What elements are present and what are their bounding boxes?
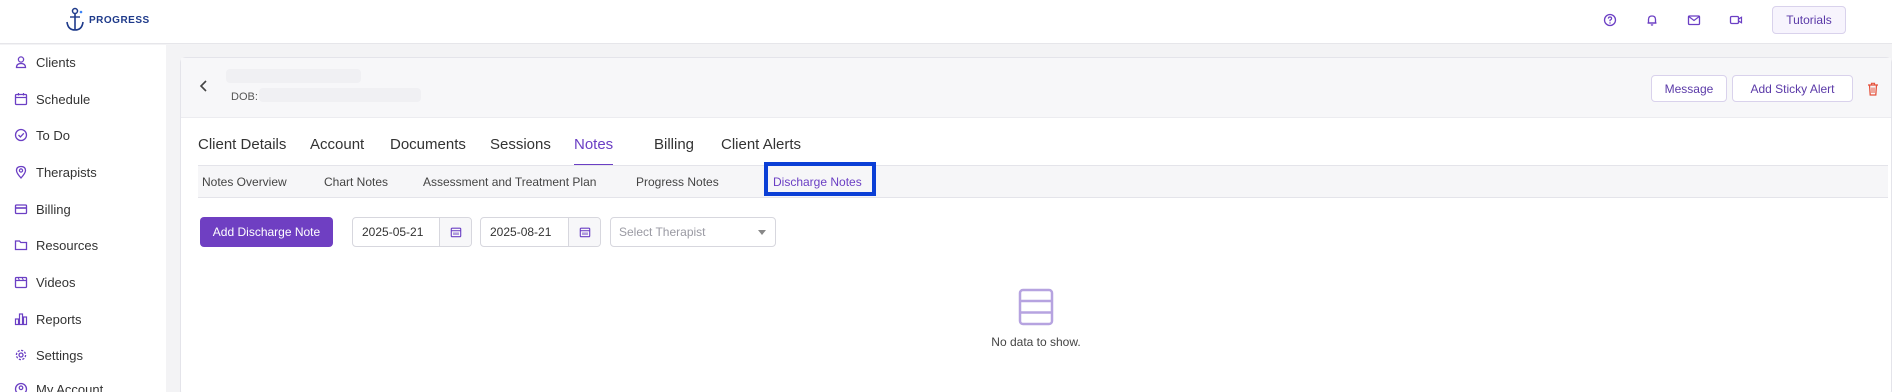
dob-value-redacted	[259, 88, 421, 102]
credit-card-icon	[14, 204, 28, 215]
start-date-calendar-button[interactable]	[439, 218, 471, 246]
location-pin-icon	[15, 165, 27, 179]
top-bar: PROGRESS Tutorials	[0, 0, 1892, 44]
sidebar-item-todo[interactable]: To Do	[14, 125, 70, 145]
tab-billing[interactable]: Billing	[654, 136, 694, 166]
sidebar-item-label: To Do	[36, 127, 70, 143]
end-date-calendar-button[interactable]	[568, 218, 600, 246]
client-name-redacted	[226, 69, 361, 83]
tab-documents[interactable]: Documents	[390, 136, 466, 166]
sidebar-item-label: My Account	[36, 381, 104, 392]
sidebar-item-my-account[interactable]: My Account	[14, 379, 103, 392]
calendar-icon	[579, 227, 590, 238]
account-icon	[14, 382, 28, 392]
message-button[interactable]: Message	[1651, 75, 1727, 102]
tutorials-button[interactable]: Tutorials	[1772, 6, 1846, 34]
sidebar-item-therapists[interactable]: Therapists	[14, 162, 97, 182]
empty-table-icon	[1018, 288, 1054, 326]
add-sticky-alert-button[interactable]: Add Sticky Alert	[1732, 75, 1853, 102]
bar-chart-icon	[14, 313, 28, 326]
sidebar-item-clients[interactable]: Clients	[14, 52, 76, 72]
gear-icon	[15, 349, 27, 361]
check-circle-icon	[14, 128, 28, 142]
sidebar-item-videos[interactable]: Videos	[14, 272, 76, 292]
sidebar: Clients Schedule To Do Therapists Billin…	[0, 45, 166, 392]
bell-icon[interactable]	[1640, 8, 1664, 32]
logo-text: PROGRESS	[89, 14, 150, 26]
empty-state: No data to show.	[181, 288, 1891, 349]
client-card: DOB: Message Add Sticky Alert Client Det…	[180, 57, 1892, 392]
folder-icon	[14, 240, 28, 251]
video-calendar-icon	[14, 276, 28, 289]
sidebar-item-label: Reports	[36, 311, 82, 327]
tab-account[interactable]: Account	[310, 136, 364, 166]
start-date-input[interactable]	[353, 218, 439, 246]
sidebar-item-label: Settings	[36, 347, 83, 363]
back-arrow-icon[interactable]	[197, 78, 211, 94]
chevron-down-icon	[758, 230, 766, 235]
tab-client-details[interactable]: Client Details	[198, 136, 286, 166]
delete-button[interactable]	[1859, 75, 1887, 102]
sidebar-item-label: Billing	[36, 201, 71, 217]
sidebar-item-label: Videos	[36, 274, 76, 290]
therapist-select[interactable]: Select Therapist	[610, 217, 776, 247]
add-discharge-note-button[interactable]: Add Discharge Note	[200, 217, 333, 247]
calendar-icon	[14, 93, 28, 106]
selection-highlight	[764, 162, 876, 196]
end-date-input[interactable]	[481, 218, 568, 246]
client-header: DOB: Message Add Sticky Alert	[181, 58, 1891, 118]
sidebar-item-schedule[interactable]: Schedule	[14, 89, 90, 109]
mail-icon[interactable]	[1682, 8, 1706, 32]
sidebar-item-label: Clients	[36, 54, 76, 70]
subtab-progress-notes[interactable]: Progress Notes	[636, 175, 719, 189]
subtab-notes-overview[interactable]: Notes Overview	[202, 175, 287, 189]
sidebar-item-reports[interactable]: Reports	[14, 309, 82, 329]
subtab-assessment-treatment-plan[interactable]: Assessment and Treatment Plan	[423, 175, 596, 189]
trash-icon	[1868, 82, 1878, 96]
video-icon[interactable]	[1724, 8, 1748, 32]
start-date-picker	[352, 217, 472, 247]
sidebar-item-label: Therapists	[36, 164, 97, 180]
dob-label: DOB:	[231, 91, 258, 103]
sidebar-item-settings[interactable]: Settings	[14, 345, 83, 365]
sidebar-item-billing[interactable]: Billing	[14, 199, 71, 219]
anchor-logo-icon	[66, 7, 84, 31]
empty-state-message: No data to show.	[991, 335, 1081, 349]
sidebar-item-resources[interactable]: Resources	[14, 235, 98, 255]
logo[interactable]: PROGRESS	[64, 7, 150, 33]
therapist-select-placeholder: Select Therapist	[619, 225, 706, 239]
sidebar-item-label: Resources	[36, 237, 99, 253]
end-date-picker	[480, 217, 601, 247]
subtab-chart-notes[interactable]: Chart Notes	[324, 175, 388, 189]
tab-notes[interactable]: Notes	[574, 136, 614, 166]
help-icon[interactable]	[1598, 8, 1622, 32]
tab-sessions[interactable]: Sessions	[490, 136, 551, 166]
calendar-icon	[450, 227, 461, 238]
user-icon	[15, 56, 27, 69]
notes-subtabs: Notes Overview Chart Notes Assessment an…	[198, 162, 1888, 198]
sidebar-item-label: Schedule	[36, 91, 91, 107]
